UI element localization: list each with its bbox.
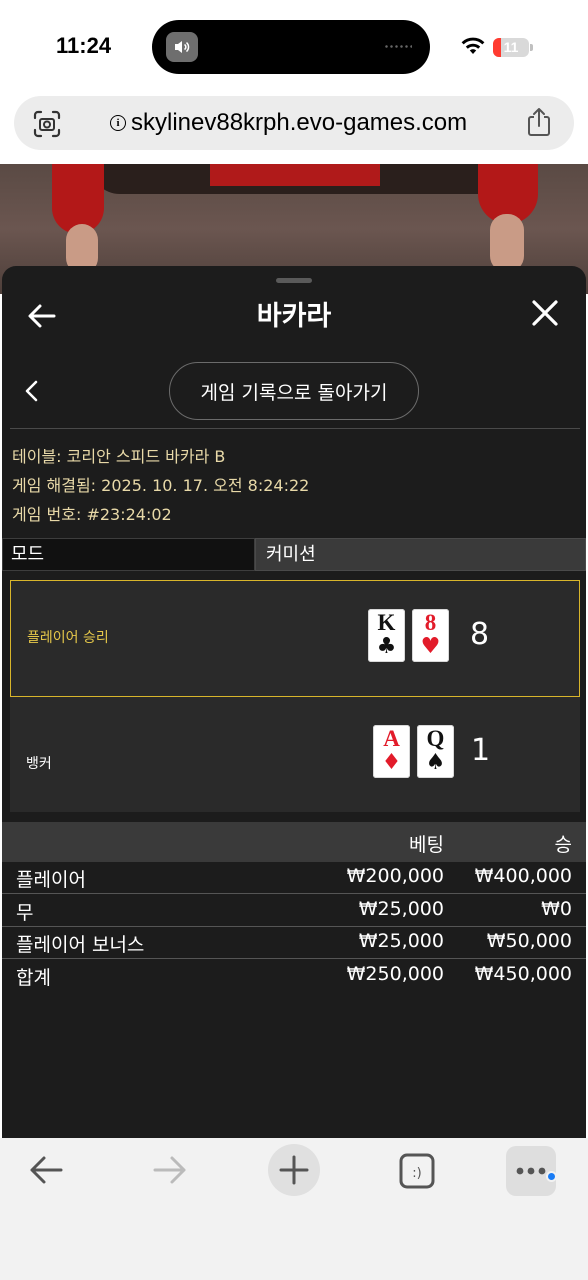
banker-result: 뱅커 A ♦ Q ♠ 1	[10, 697, 580, 812]
table-name: 코리안 스피드 바카라 B	[66, 447, 226, 466]
game-number: #23:24:02	[86, 505, 172, 524]
player-win-label: 플레이어 승리	[27, 630, 109, 646]
url-text: skylinev88krph.evo-games.com	[131, 109, 468, 136]
wifi-icon	[461, 37, 485, 54]
player-card-1: K ♣	[368, 609, 405, 662]
bet-row: 플레이어 보너스 ₩25,000 ₩50,000	[2, 927, 586, 959]
info-icon[interactable]: i	[110, 115, 126, 131]
sheet-title: 바카라	[256, 301, 332, 332]
bets-header: 베팅 승	[2, 822, 586, 862]
banker-label: 뱅커	[26, 756, 52, 772]
battery-level: 11	[503, 39, 519, 55]
player-card-2: 8 ♥	[412, 609, 449, 662]
player-result: 플레이어 승리 K ♣ 8 ♥ 8	[10, 580, 580, 697]
plus-icon	[279, 1155, 309, 1185]
forward-arrow-icon[interactable]	[152, 1154, 188, 1186]
lens-icon[interactable]	[32, 109, 62, 139]
game-history-sheet: 바카라 게임 기록으로 돌아가기 테이블: 코리안 스피드 바카라 B 게임 해…	[2, 266, 586, 1142]
mode-row: 모드 커미션	[2, 538, 586, 571]
bet-column-header: 베팅	[409, 834, 444, 856]
table-info: 테이블: 코리안 스피드 바카라 B	[12, 447, 226, 466]
address-bar[interactable]: i skylinev88krph.evo-games.com	[14, 96, 574, 150]
speaker-icon	[166, 32, 198, 62]
back-arrow-icon[interactable]	[28, 1154, 64, 1186]
chevron-left-icon[interactable]	[22, 378, 42, 404]
win-column-header: 승	[554, 834, 572, 856]
status-time: 11:24	[56, 33, 112, 58]
url-display[interactable]: i skylinev88krph.evo-games.com	[110, 96, 467, 150]
round-results: 플레이어 승리 K ♣ 8 ♥ 8 뱅커 A ♦ Q ♠ 1	[10, 580, 580, 812]
game-number-info: 게임 번호: #23:24:02	[12, 505, 172, 524]
new-tab-button[interactable]	[268, 1144, 320, 1196]
tabs-button[interactable]: :)	[398, 1152, 436, 1190]
bet-total-row: 합계 ₩250,000 ₩450,000	[2, 960, 586, 992]
game-info: 테이블: 코리안 스피드 바카라 B 게임 해결됨: 2025. 10. 17.…	[12, 442, 309, 529]
status-bar: 11:24 11	[0, 0, 588, 92]
banker-score: 1	[471, 733, 491, 768]
banker-card-1: A ♦	[373, 725, 410, 778]
share-icon[interactable]	[524, 106, 554, 138]
dynamic-island	[152, 20, 430, 74]
tabs-icon: :)	[399, 1153, 435, 1189]
player-score: 8	[470, 617, 490, 652]
notification-dot	[546, 1171, 557, 1182]
banker-card-2: Q ♠	[417, 725, 454, 778]
battery-icon: 11	[493, 38, 529, 57]
resolved-time: 2025. 10. 17. 오전 8:24:22	[101, 476, 310, 495]
sheet-grabber[interactable]	[276, 278, 312, 283]
resolved-info: 게임 해결됨: 2025. 10. 17. 오전 8:24:22	[12, 476, 310, 495]
mode-label: 모드	[2, 538, 255, 571]
mode-value: 커미션	[255, 538, 586, 571]
divider	[10, 428, 580, 429]
bet-row: 무 ₩25,000 ₩0	[2, 895, 586, 927]
browser-toolbar: :)	[0, 1138, 588, 1280]
bet-row: 플레이어 ₩200,000 ₩400,000	[2, 862, 586, 894]
close-icon[interactable]	[530, 298, 560, 328]
tabs-label: :)	[412, 1166, 421, 1181]
back-to-history-button[interactable]: 게임 기록으로 돌아가기	[169, 362, 419, 420]
island-dots	[384, 45, 412, 48]
